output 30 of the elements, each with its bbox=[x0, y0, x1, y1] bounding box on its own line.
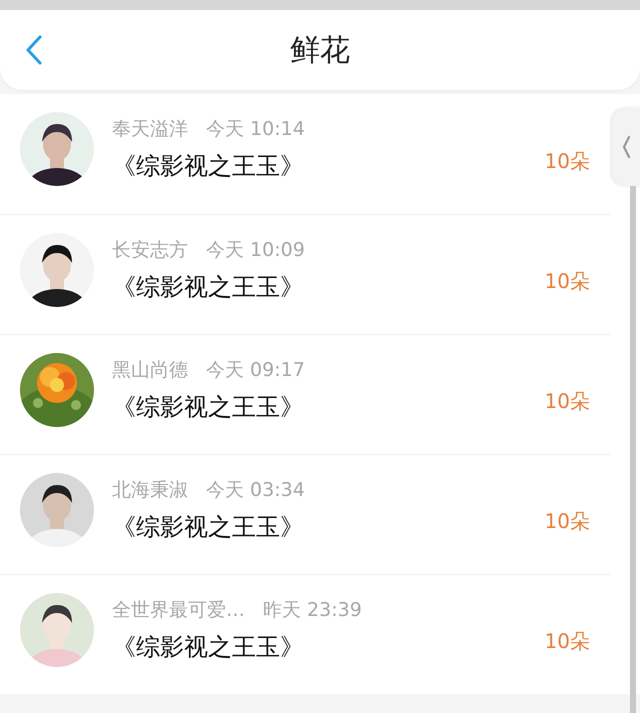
user-name: 奉天溢洋 bbox=[112, 117, 188, 142]
timestamp: 今天 03:34 bbox=[206, 478, 305, 502]
timestamp: 今天 10:09 bbox=[206, 238, 305, 262]
timestamp: 昨天 23:39 bbox=[263, 598, 362, 622]
scrollbar[interactable] bbox=[630, 186, 636, 713]
list-item[interactable]: 长安志方 今天 10:09 《综影视之王玉》 10朵 bbox=[0, 214, 610, 334]
list-item[interactable]: 全世界最可爱… 昨天 23:39 《综影视之王玉》 10朵 bbox=[0, 574, 610, 694]
flower-count: 10朵 bbox=[544, 388, 590, 415]
user-name: 北海秉淑 bbox=[112, 478, 188, 502]
list-item[interactable]: 奉天溢洋 今天 10:14 《综影视之王玉》 10朵 bbox=[0, 94, 610, 214]
chevron-icon bbox=[621, 135, 631, 159]
flower-count: 10朵 bbox=[544, 628, 590, 655]
book-title: 《综影视之王玉》 bbox=[112, 632, 305, 662]
page-title: 鲜花 bbox=[289, 32, 351, 70]
book-title: 《综影视之王玉》 bbox=[112, 151, 305, 182]
flower-count: 10朵 bbox=[544, 148, 590, 174]
book-title: 《综影视之王玉》 bbox=[112, 512, 305, 542]
flower-count: 10朵 bbox=[544, 508, 590, 535]
timestamp: 今天 10:14 bbox=[206, 117, 305, 142]
list-item[interactable]: 北海秉淑 今天 03:34 《综影视之王玉》 10朵 bbox=[0, 454, 610, 574]
back-icon[interactable] bbox=[24, 34, 44, 66]
book-title: 《综影视之王玉》 bbox=[112, 272, 305, 302]
user-name: 长安志方 bbox=[112, 238, 188, 262]
list-item[interactable]: 黑山尚德 今天 09:17 《综影视之王玉》 10朵 bbox=[0, 334, 610, 454]
user-name: 全世界最可爱… bbox=[112, 598, 245, 622]
side-handle[interactable] bbox=[612, 108, 640, 186]
user-name: 黑山尚德 bbox=[112, 358, 188, 382]
timestamp: 今天 09:17 bbox=[206, 358, 305, 382]
flower-count: 10朵 bbox=[544, 268, 590, 295]
book-title: 《综影视之王玉》 bbox=[112, 392, 305, 422]
